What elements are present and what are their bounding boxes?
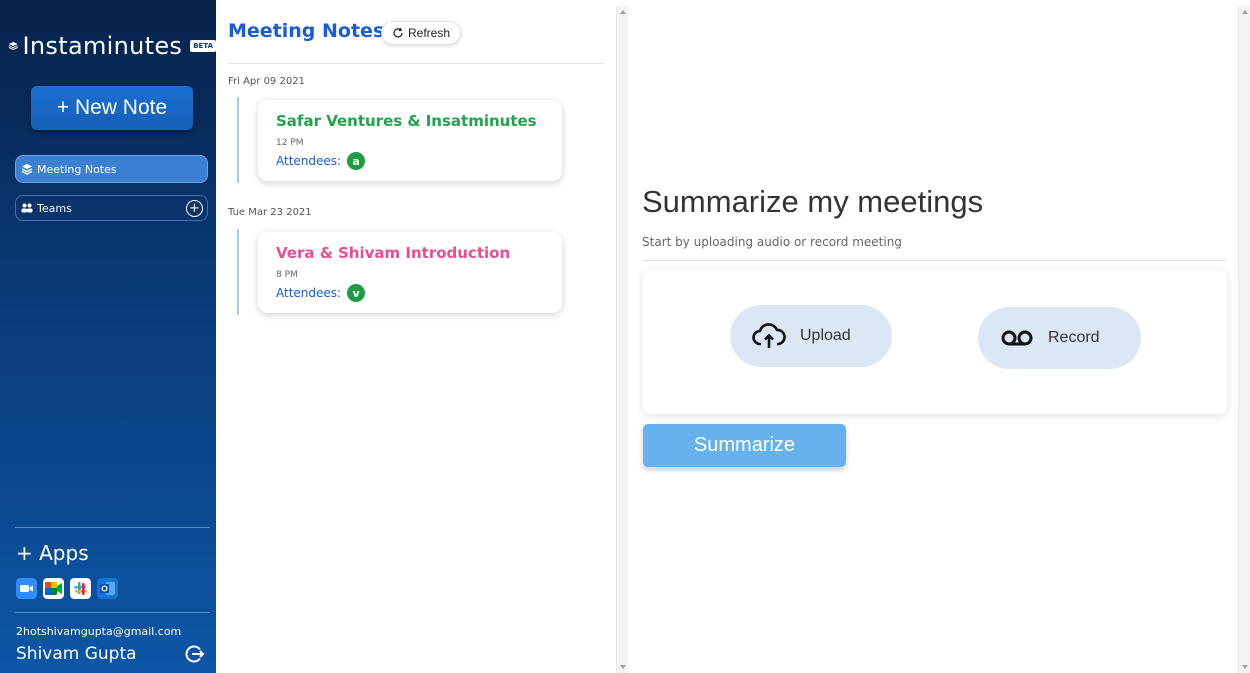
main-panel: Summarize my meetings Start by uploading… [628, 0, 1236, 673]
add-team-icon[interactable]: + [186, 200, 203, 217]
sidebar-item-meeting-notes[interactable]: Meeting Notes [15, 155, 208, 183]
notes-panel: Meeting Notes Refresh Fri Apr 09 2021 Sa… [216, 0, 616, 673]
main-divider [642, 260, 1226, 261]
main-scrollbar[interactable] [1238, 6, 1250, 673]
action-card: Upload Record [643, 270, 1227, 414]
summarize-button[interactable]: Summarize [643, 424, 846, 467]
main-subtitle: Start by uploading audio or record meeti… [642, 235, 902, 249]
timeline-line [237, 97, 239, 183]
sidebar-divider [15, 612, 210, 613]
date-heading: Fri Apr 09 2021 [228, 76, 305, 87]
page-title: Meeting Notes [228, 20, 385, 42]
sidebar-divider [15, 527, 210, 528]
scroll-down-icon[interactable] [1242, 665, 1248, 669]
refresh-button[interactable]: Refresh [381, 21, 462, 45]
zoom-icon[interactable] [16, 578, 37, 599]
sidebar-item-teams[interactable]: Teams + [15, 195, 208, 221]
apps-row [16, 578, 118, 599]
new-note-button[interactable]: + New Note [31, 86, 193, 130]
attendees-label: Attendees: [276, 286, 342, 300]
scroll-up-icon[interactable] [1242, 10, 1248, 14]
user-email: 2hotshivamgupta@gmail.com [16, 625, 182, 638]
avatar: a [347, 152, 366, 170]
cloud-upload-icon [752, 323, 786, 348]
notes-divider [228, 63, 604, 64]
app-root: Instaminutes BETA + New Note Meeting Not… [0, 0, 1250, 673]
avatar: v [347, 284, 366, 302]
meeting-card[interactable]: Vera & Shivam Introduction 8 PM Attendee… [258, 232, 562, 313]
brand-name: Instaminutes [22, 32, 183, 60]
attendees: Attendees: v [276, 284, 366, 302]
upload-button[interactable]: Upload [730, 305, 892, 367]
main-title: Summarize my meetings [642, 184, 984, 219]
logout-icon[interactable] [184, 643, 206, 665]
google-meet-icon[interactable] [43, 578, 64, 599]
meeting-title: Safar Ventures & Insatminutes [276, 112, 537, 130]
slack-icon[interactable] [70, 578, 91, 599]
refresh-label: Refresh [408, 26, 451, 40]
outlook-icon[interactable] [97, 578, 118, 599]
brand: Instaminutes BETA [8, 28, 216, 64]
meeting-title: Vera & Shivam Introduction [276, 244, 511, 262]
beta-badge: BETA [190, 40, 216, 52]
stack-logo-icon [8, 41, 18, 50]
record-label: Record [1048, 329, 1100, 346]
meeting-time: 12 PM [276, 138, 304, 148]
sidebar: Instaminutes BETA + New Note Meeting Not… [0, 0, 216, 673]
refresh-icon [393, 27, 403, 38]
sidebar-item-label: Teams [37, 201, 72, 215]
apps-label[interactable]: + Apps [16, 541, 89, 565]
users-icon [21, 203, 33, 213]
voicemail-icon [1001, 330, 1033, 346]
upload-label: Upload [800, 327, 851, 344]
scroll-up-icon[interactable] [620, 10, 626, 14]
meeting-time: 8 PM [276, 270, 298, 280]
sidebar-item-label: Meeting Notes [37, 162, 117, 176]
attendees-label: Attendees: [276, 154, 342, 168]
user-name: Shivam Gupta [16, 644, 137, 664]
notes-scrollbar[interactable] [616, 6, 628, 673]
meeting-card[interactable]: Safar Ventures & Insatminutes 12 PM Atte… [258, 100, 562, 181]
scroll-down-icon[interactable] [620, 665, 626, 669]
timeline-line [237, 229, 239, 315]
record-button[interactable]: Record [978, 307, 1141, 369]
stack-icon [21, 164, 33, 175]
date-heading: Tue Mar 23 2021 [228, 207, 312, 218]
attendees: Attendees: a [276, 152, 366, 170]
